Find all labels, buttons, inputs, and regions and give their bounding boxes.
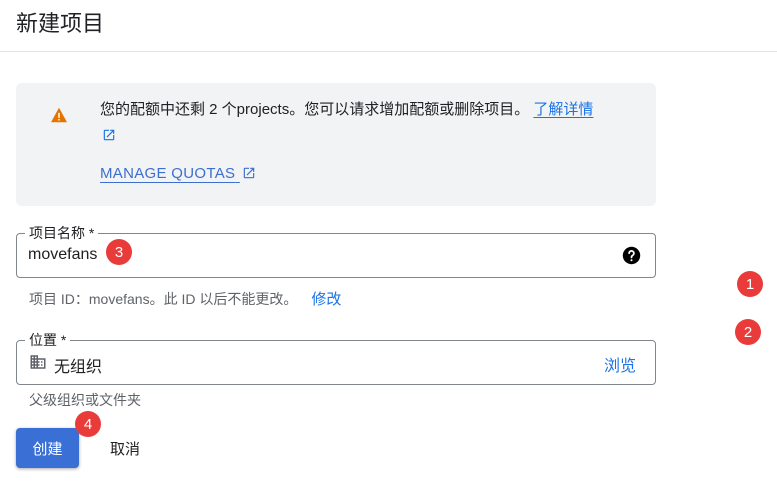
project-name-label: 项目名称 * bbox=[25, 223, 99, 243]
new-project-page: 新建项目 您的配额中还剩 2 个projects。您可以请求增加配额或删除项目。… bbox=[0, 0, 777, 489]
quota-message: 您的配额中还剩 2 个projects。您可以请求增加配额或删除项目。 bbox=[100, 101, 530, 118]
project-id-prefix: 项目 ID： bbox=[29, 291, 89, 307]
project-id-hint: 项目 ID：movefans。此 ID 以后不能更改。 修改 bbox=[29, 288, 341, 309]
learn-more-link[interactable]: 了解详情 bbox=[533, 101, 593, 118]
header-divider bbox=[0, 51, 777, 52]
quota-message-block: 您的配额中还剩 2 个projects。您可以请求增加配额或删除项目。 了解详情 bbox=[100, 97, 640, 149]
browse-button[interactable]: 浏览 bbox=[604, 352, 636, 376]
project-id-suffix: 。此 ID 以后不能更改。 bbox=[149, 291, 298, 307]
manage-quotas-label[interactable]: MANAGE QUOTAS bbox=[100, 165, 235, 182]
annotation-marker-4: 4 bbox=[75, 411, 101, 437]
location-value: 无组织 bbox=[54, 359, 103, 376]
cancel-button[interactable]: 取消 bbox=[100, 428, 150, 468]
location-field[interactable]: 位置 * 无组织 浏览 bbox=[16, 330, 656, 385]
location-hint: 父级组织或文件夹 bbox=[29, 392, 141, 408]
project-name-input[interactable]: movefans bbox=[28, 246, 97, 264]
external-link-icon[interactable] bbox=[102, 128, 116, 142]
create-button[interactable]: 创建 bbox=[16, 428, 79, 468]
quota-notice: 您的配额中还剩 2 个projects。您可以请求增加配额或删除项目。 了解详情… bbox=[16, 83, 656, 206]
page-title: 新建项目 bbox=[16, 11, 105, 36]
help-circle-icon[interactable] bbox=[622, 246, 641, 265]
external-link-icon bbox=[243, 167, 255, 179]
warning-icon bbox=[51, 107, 67, 123]
annotation-marker-2: 2 bbox=[735, 319, 761, 345]
annotation-marker-3: 3 bbox=[106, 239, 132, 265]
location-label: 位置 * bbox=[25, 330, 71, 350]
project-id-value: movefans bbox=[88, 291, 150, 307]
annotation-marker-1: 1 bbox=[737, 271, 763, 297]
organization-icon bbox=[30, 355, 46, 369]
manage-quotas-link[interactable]: MANAGE QUOTAS bbox=[100, 165, 256, 182]
modify-id-link[interactable]: 修改 bbox=[311, 291, 341, 308]
